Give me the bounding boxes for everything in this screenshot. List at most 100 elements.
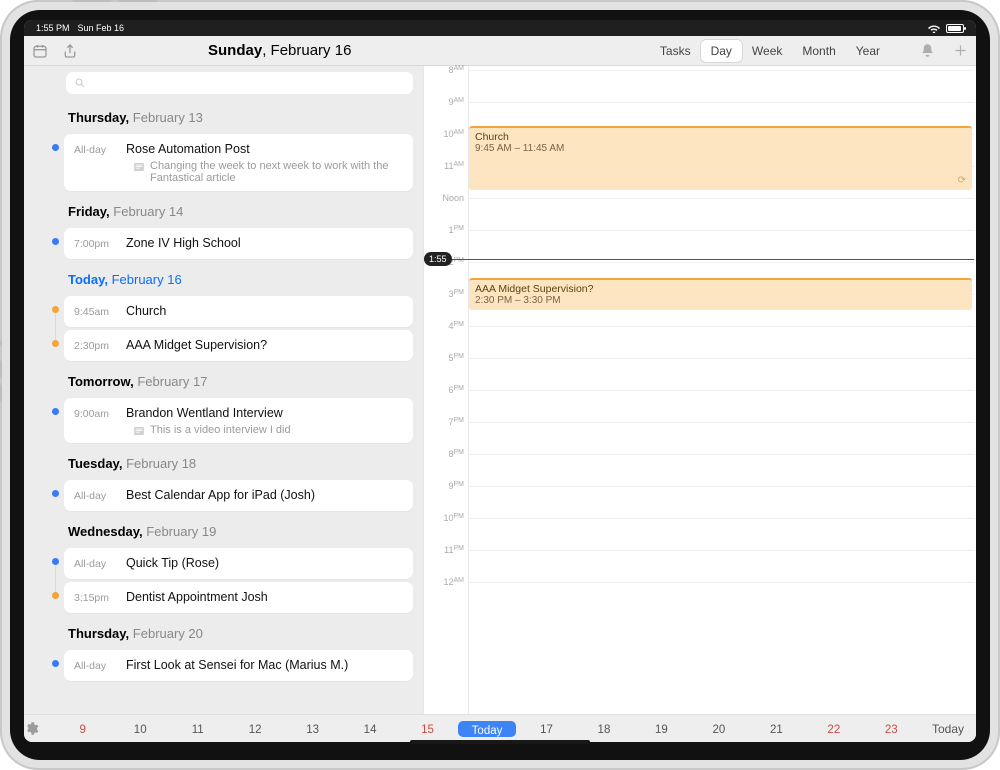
date-cell[interactable]: 13 xyxy=(284,718,341,740)
calendar-event-block[interactable]: AAA Midget Supervision?2:30 PM – 3:30 PM xyxy=(469,278,972,310)
day-grid[interactable]: 8AM9AM10AM11AMNoon1PM2PM3PM4PM5PM6PM7PM8… xyxy=(424,66,976,714)
event-row[interactable]: All-day Rose Automation Post Changing the … xyxy=(64,134,413,191)
settings-icon[interactable] xyxy=(24,721,54,736)
event-title: Church xyxy=(126,304,166,318)
hour-label: 6PM xyxy=(448,385,464,395)
agenda-pane: Thursday, February 13All-dayRose Automat… xyxy=(24,66,424,714)
day-header: Wednesday, February 19 xyxy=(24,514,423,545)
screen: 1:55 PM Sun Feb 16 xyxy=(24,20,976,742)
current-time-label: 1:55 xyxy=(424,252,452,266)
hour-label: 10PM xyxy=(443,513,464,523)
current-time-indicator: 1:55 xyxy=(424,259,974,260)
date-cell[interactable]: 10 xyxy=(111,718,168,740)
event-row[interactable]: All-day First Look at Sensei for Mac (Mar… xyxy=(64,650,413,681)
event-dot xyxy=(52,306,59,313)
event-title: Zone IV High School xyxy=(126,236,241,250)
event-dot xyxy=(52,408,59,415)
event-row[interactable]: 9:00am Brandon Wentland Interview This is … xyxy=(64,398,413,443)
event-title: First Look at Sensei for Mac (Marius M.) xyxy=(126,658,348,672)
event-title: Rose Automation Post xyxy=(126,142,250,156)
date-cell[interactable]: 21 xyxy=(748,718,805,740)
event-time: 7:00pm xyxy=(74,238,122,250)
side-button-2 xyxy=(0,384,2,402)
event-note: This is a video interview I did xyxy=(134,424,403,436)
date-cell[interactable]: 19 xyxy=(633,718,690,740)
calendar-event-block[interactable]: Church9:45 AM – 11:45 AM ⟳ xyxy=(469,126,972,190)
day-header: Thursday, February 20 xyxy=(24,616,423,647)
date-cell[interactable]: 20 xyxy=(690,718,747,740)
page-title: Sunday, February 16 xyxy=(208,42,351,59)
event-time: All-day xyxy=(74,490,122,502)
event-row[interactable]: 2:30pmAAA Midget Supervision? xyxy=(64,330,413,361)
hour-label: 11AM xyxy=(444,161,464,171)
view-tab-day[interactable]: Day xyxy=(701,40,742,62)
volume-down-button xyxy=(118,0,158,2)
date-cell[interactable]: 12 xyxy=(226,718,283,740)
event-row[interactable]: 3:15pm Dentist Appointment Josh xyxy=(64,582,413,613)
hour-label: 8PM xyxy=(448,449,464,459)
hour-label: Noon xyxy=(442,193,464,203)
hour-label: 4PM xyxy=(448,321,464,331)
view-tab-year[interactable]: Year xyxy=(846,40,890,62)
event-dot xyxy=(52,558,59,565)
bezel: 1:55 PM Sun Feb 16 xyxy=(10,10,990,760)
status-bar: 1:55 PM Sun Feb 16 xyxy=(24,20,976,36)
status-date: Sun Feb 16 xyxy=(78,23,125,33)
event-dot xyxy=(52,340,59,347)
hour-label: 9AM xyxy=(448,97,464,107)
date-cell-today[interactable]: Today xyxy=(458,721,515,737)
agenda-list[interactable]: Thursday, February 13All-dayRose Automat… xyxy=(24,100,423,714)
block-time: 9:45 AM – 11:45 AM xyxy=(475,143,966,154)
search-input[interactable] xyxy=(66,72,413,94)
view-tab-week[interactable]: Week xyxy=(742,40,792,62)
date-cell[interactable]: 22 xyxy=(805,718,862,740)
event-dot xyxy=(52,144,59,151)
day-header: Friday, February 14 xyxy=(24,194,423,225)
date-cell[interactable]: 15 xyxy=(399,718,456,740)
event-time: All-day xyxy=(74,144,122,156)
block-title: Church xyxy=(475,131,966,143)
note-icon xyxy=(134,427,144,435)
event-time: 3:15pm xyxy=(74,592,122,604)
date-cell[interactable]: 23 xyxy=(863,718,920,740)
title-date: February 16 xyxy=(271,42,352,59)
home-indicator[interactable] xyxy=(410,740,590,744)
repeat-icon: ⟳ xyxy=(958,175,966,186)
event-title: Quick Tip (Rose) xyxy=(126,556,219,570)
event-time: 9:00am xyxy=(74,408,122,420)
event-row[interactable]: All-dayQuick Tip (Rose) xyxy=(64,548,413,579)
side-dot xyxy=(0,340,2,346)
hour-label: 10AM xyxy=(443,129,464,139)
share-icon[interactable] xyxy=(62,43,78,59)
search-icon xyxy=(74,77,86,89)
date-cell[interactable]: 9 xyxy=(54,718,111,740)
view-tab-month[interactable]: Month xyxy=(792,40,845,62)
app-toolbar: Sunday, February 16 TasksDayWeekMonthYea… xyxy=(24,36,976,66)
day-header: Today, February 16 xyxy=(24,262,423,293)
view-tab-tasks[interactable]: Tasks xyxy=(650,40,701,62)
event-note: Changing the week to next week to work w… xyxy=(134,160,403,184)
hour-label: 9PM xyxy=(448,481,464,491)
date-cell[interactable]: 11 xyxy=(169,718,226,740)
date-cell[interactable]: 14 xyxy=(341,718,398,740)
hour-label: 8AM xyxy=(448,65,464,75)
view-segmented-control[interactable]: TasksDayWeekMonthYear xyxy=(650,40,890,62)
block-title: AAA Midget Supervision? xyxy=(475,283,966,295)
event-row[interactable]: 9:45amChurch xyxy=(64,296,413,327)
calendar-icon[interactable] xyxy=(32,43,48,59)
hour-label: 11PM xyxy=(444,545,464,555)
main-split: Thursday, February 13All-dayRose Automat… xyxy=(24,66,976,714)
event-title: Dentist Appointment Josh xyxy=(126,590,268,604)
bell-icon[interactable] xyxy=(920,43,935,58)
event-row[interactable]: 7:00pm Zone IV High School xyxy=(64,228,413,259)
date-cell[interactable]: 17 xyxy=(518,718,575,740)
event-time: All-day xyxy=(74,660,122,672)
event-row[interactable]: All-dayBest Calendar App for iPad (Josh) xyxy=(64,480,413,511)
add-icon[interactable] xyxy=(953,43,968,58)
date-strip: 9101112131415Today17181920212223 Today xyxy=(24,714,976,742)
today-button[interactable]: Today xyxy=(920,722,976,736)
event-dot xyxy=(52,238,59,245)
date-cell[interactable]: 18 xyxy=(575,718,632,740)
hour-label: 1PM xyxy=(448,225,464,235)
event-title: Brandon Wentland Interview xyxy=(126,406,283,420)
